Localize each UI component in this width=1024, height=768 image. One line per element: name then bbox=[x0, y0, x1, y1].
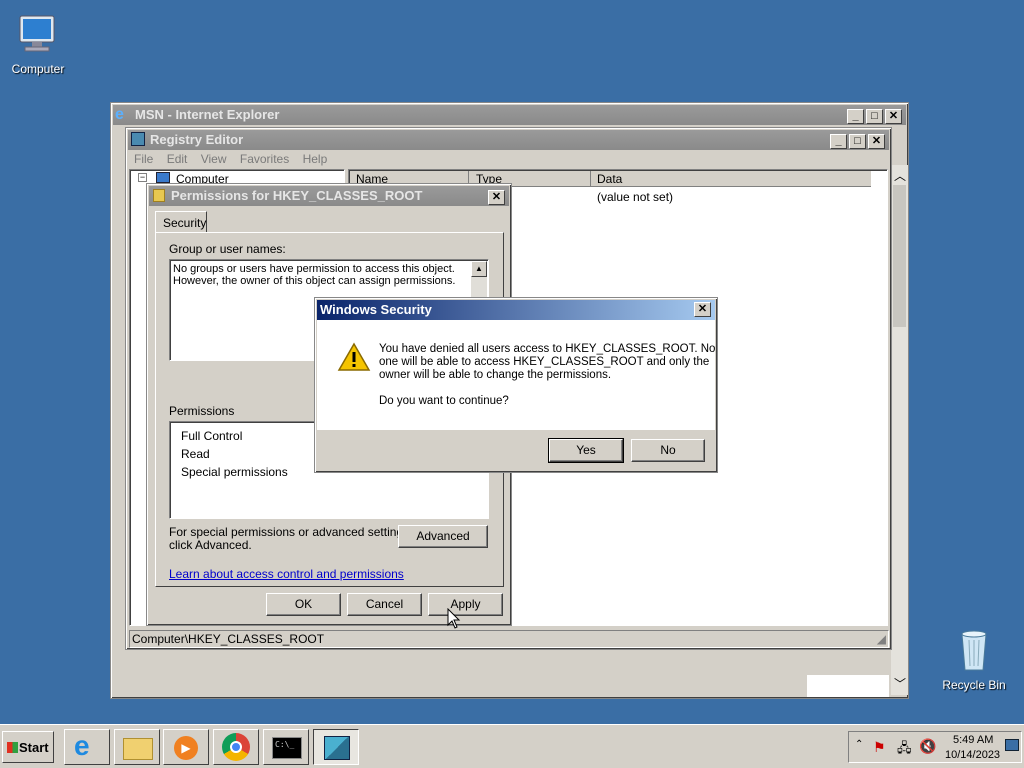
permissions-titlebar[interactable]: Permissions for HKEY_CLASSES_ROOT ✕ bbox=[149, 186, 509, 206]
no-button[interactable]: No bbox=[631, 439, 705, 462]
group-text-line-2: However, the owner of this object can as… bbox=[173, 275, 456, 287]
regedit-minimize-button[interactable]: _ bbox=[830, 134, 847, 149]
menu-edit[interactable]: Edit bbox=[167, 152, 188, 166]
system-tray: ⌃ ⚑ 🖧 🔇 5:49 AM 10/14/2023 bbox=[848, 731, 1022, 763]
apply-button[interactable]: Apply bbox=[428, 593, 503, 616]
start-button[interactable]: Start bbox=[2, 731, 54, 763]
windows-security-dialog[interactable]: Windows Security ✕ You have denied all u… bbox=[314, 297, 718, 473]
taskbar-chrome-button[interactable] bbox=[213, 729, 259, 765]
yes-button[interactable]: Yes bbox=[548, 438, 624, 463]
regedit-close-button[interactable]: ✕ bbox=[868, 134, 885, 149]
folder-taskbar-icon bbox=[123, 738, 153, 760]
tree-collapse-icon[interactable]: − bbox=[138, 173, 147, 182]
column-data-header[interactable]: Data bbox=[597, 172, 622, 186]
security-tab[interactable]: Security bbox=[155, 211, 207, 233]
ie-scroll-down-icon[interactable]: ﹀ bbox=[894, 675, 906, 692]
clock-date[interactable]: 10/14/2023 bbox=[945, 749, 1000, 761]
permissions-close-button[interactable]: ✕ bbox=[488, 190, 505, 205]
security-message: You have denied all users access to HKEY… bbox=[379, 343, 715, 382]
computer-icon bbox=[14, 10, 62, 58]
ok-button[interactable]: OK bbox=[266, 593, 341, 616]
regedit-icon bbox=[131, 132, 145, 146]
security-question: Do you want to continue? bbox=[379, 395, 509, 407]
show-desktop-icon[interactable] bbox=[1005, 739, 1019, 751]
regedit-taskbar-icon bbox=[324, 736, 350, 760]
media-player-icon: ▶ bbox=[174, 736, 198, 760]
clock-time[interactable]: 5:49 AM bbox=[953, 734, 993, 746]
network-icon[interactable]: 🖧 bbox=[897, 739, 912, 761]
regedit-maximize-button[interactable]: □ bbox=[849, 134, 866, 149]
cmd-icon: C:\_ bbox=[272, 737, 302, 759]
recycle-bin-icon bbox=[950, 626, 998, 674]
security-titlebar[interactable]: Windows Security ✕ bbox=[317, 300, 715, 320]
advanced-button[interactable]: Advanced bbox=[398, 525, 488, 548]
taskbar-ie-button[interactable]: e bbox=[64, 729, 110, 765]
security-title: Windows Security bbox=[320, 302, 432, 317]
recycle-bin-desktop-icon[interactable]: Recycle Bin bbox=[934, 626, 1014, 692]
menu-view[interactable]: View bbox=[201, 152, 227, 166]
list-row-data[interactable]: (value not set) bbox=[597, 190, 673, 204]
regedit-statusbar: Computer\HKEY_CLASSES_ROOT ◢ bbox=[129, 630, 889, 648]
ie-scroll-thumb[interactable] bbox=[893, 185, 906, 327]
security-close-button[interactable]: ✕ bbox=[694, 302, 711, 317]
security-message-line-2: one will be able to access HKEY_CLASSES_… bbox=[379, 356, 710, 368]
regedit-title: Registry Editor bbox=[150, 132, 244, 147]
windows-logo-icon bbox=[7, 742, 18, 753]
mouse-cursor-icon bbox=[447, 607, 461, 633]
ie-title: MSN - Internet Explorer bbox=[135, 107, 280, 122]
taskbar-media-player-button[interactable]: ▶ bbox=[163, 729, 209, 765]
regedit-menubar: File Edit View Favorites Help bbox=[134, 152, 337, 166]
special-text-line-2: click Advanced. bbox=[169, 538, 252, 552]
cancel-button[interactable]: Cancel bbox=[347, 593, 422, 616]
security-tab-label: Security bbox=[163, 216, 207, 230]
start-label: Start bbox=[19, 740, 49, 755]
ie-minimize-button[interactable]: _ bbox=[847, 109, 864, 124]
security-message-line-3: owner will be able to change the permiss… bbox=[379, 369, 612, 381]
special-text: For special permissions or advanced sett… bbox=[169, 526, 412, 552]
group-names-label: Group or user names: bbox=[169, 242, 286, 256]
permissions-title: Permissions for HKEY_CLASSES_ROOT bbox=[171, 188, 423, 203]
taskbar-cmd-button[interactable]: C:\_ bbox=[263, 729, 309, 765]
ie-titlebar[interactable]: e MSN - Internet Explorer _ □ ✕ bbox=[113, 105, 906, 125]
computer-label: Computer bbox=[11, 62, 65, 76]
recycle-bin-label: Recycle Bin bbox=[942, 678, 1006, 692]
ie-maximize-button[interactable]: □ bbox=[866, 109, 883, 124]
taskbar-regedit-button[interactable] bbox=[313, 729, 359, 765]
group-scroll-up-icon[interactable]: ▲ bbox=[471, 261, 487, 277]
ie-content-blank bbox=[807, 675, 889, 697]
action-center-icon[interactable]: ⚑ bbox=[873, 739, 886, 756]
ie-icon: e bbox=[115, 106, 124, 123]
taskbar-explorer-button[interactable] bbox=[114, 729, 160, 765]
group-text-line-1: No groups or users have permission to ac… bbox=[173, 263, 455, 275]
status-path: Computer\HKEY_CLASSES_ROOT bbox=[132, 632, 325, 646]
resize-grip-icon[interactable]: ◢ bbox=[877, 632, 886, 646]
learn-access-control-link[interactable]: Learn about access control and permissio… bbox=[169, 567, 404, 581]
computer-desktop-icon[interactable]: Computer bbox=[0, 10, 78, 76]
ie-taskbar-icon: e bbox=[74, 730, 90, 761]
menu-file[interactable]: File bbox=[134, 152, 153, 166]
regedit-titlebar[interactable]: Registry Editor _ □ ✕ bbox=[128, 130, 889, 150]
tray-expand-icon[interactable]: ⌃ bbox=[855, 739, 863, 750]
ie-close-button[interactable]: ✕ bbox=[885, 109, 902, 124]
folder-icon bbox=[153, 189, 165, 202]
permissions-label: Permissions bbox=[169, 404, 235, 418]
taskbar: Start e ▶ C:\_ ⌃ ⚑ 🖧 🔇 5:49 AM 10/14/202… bbox=[0, 724, 1024, 768]
tree-computer-icon bbox=[156, 172, 170, 183]
volume-muted-icon[interactable]: 🔇 bbox=[919, 738, 936, 755]
warning-icon bbox=[337, 342, 371, 375]
ie-scroll-up-icon[interactable]: ︿ bbox=[894, 167, 906, 184]
menu-help[interactable]: Help bbox=[303, 152, 328, 166]
menu-favorites[interactable]: Favorites bbox=[240, 152, 289, 166]
ie-scrollbar[interactable]: ︿ ﹀ bbox=[891, 165, 908, 695]
security-message-line-1: You have denied all users access to HKEY… bbox=[379, 343, 716, 355]
